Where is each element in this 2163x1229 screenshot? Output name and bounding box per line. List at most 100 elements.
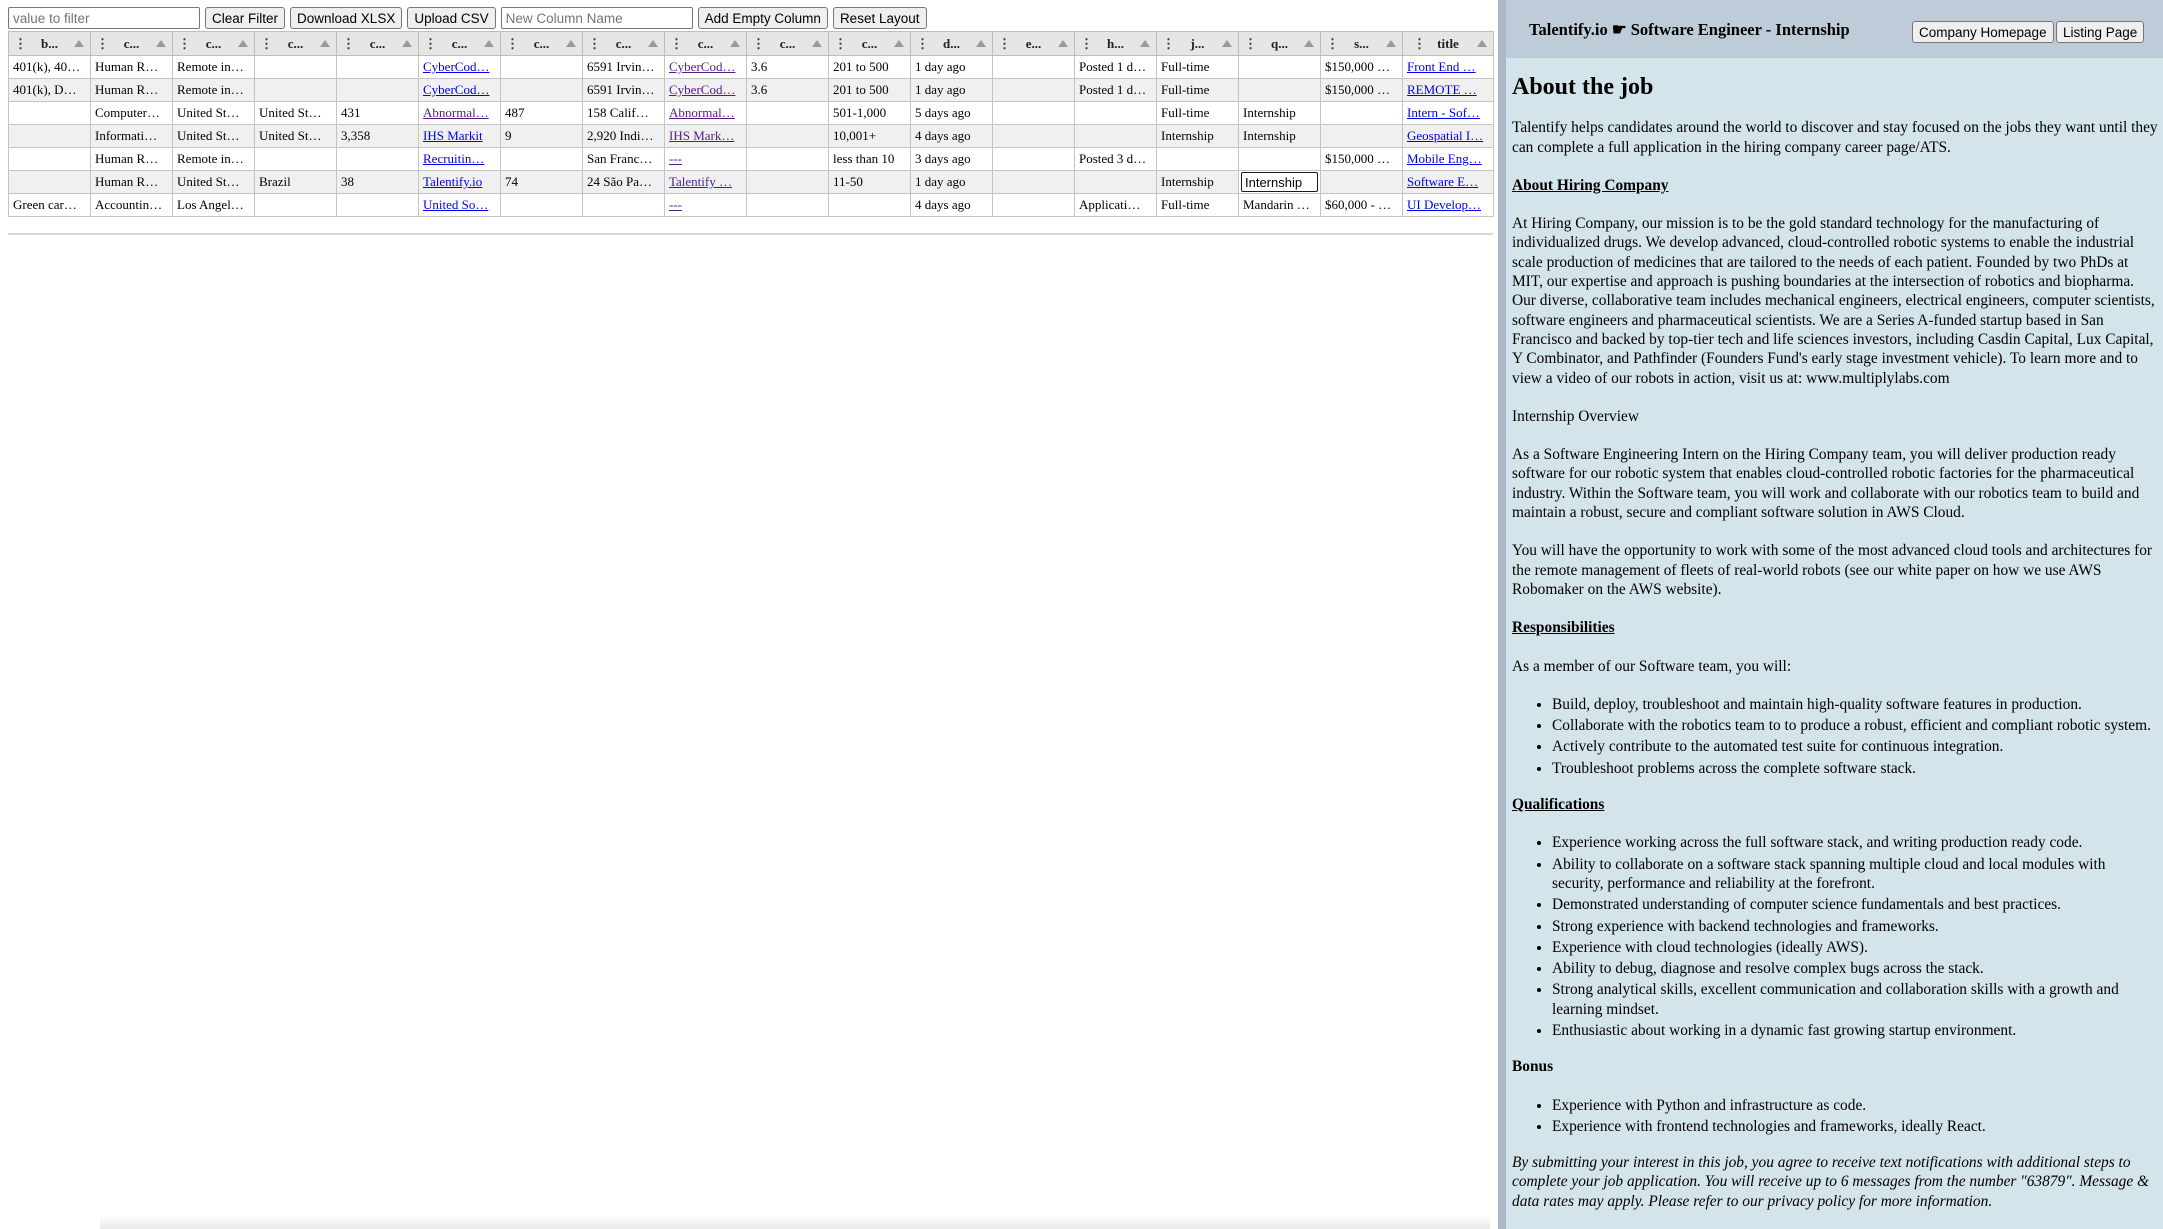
sort-arrow-icon[interactable] [484, 40, 494, 47]
cell-link[interactable]: UI Develop… [1407, 197, 1481, 212]
cell-link[interactable]: IHS Mark… [669, 128, 734, 143]
table-cell[interactable] [746, 193, 829, 217]
table-cell[interactable]: Internship [1156, 124, 1239, 148]
table-cell[interactable] [992, 147, 1075, 171]
column-header[interactable]: ⋮ c... [828, 31, 911, 56]
clear-filter-button[interactable]: Clear Filter [205, 7, 286, 29]
table-cell[interactable] [254, 78, 337, 102]
sort-arrow-icon[interactable] [976, 40, 986, 47]
table-cell[interactable]: CyberCod… [418, 55, 501, 79]
table-cell[interactable]: Talentify … [664, 170, 747, 194]
table-cell[interactable]: less than 10 [828, 147, 911, 171]
table-cell[interactable]: Full-time [1156, 55, 1239, 79]
table-cell[interactable]: --- [664, 147, 747, 171]
table-cell[interactable]: United St… [254, 124, 337, 148]
table-cell[interactable]: Green car… [8, 193, 91, 217]
sort-arrow-icon[interactable] [1386, 40, 1396, 47]
table-row[interactable]: Informati… United St… United St… 3,358 IHS M… [8, 124, 1494, 148]
table-cell[interactable]: Remote in… [172, 147, 255, 171]
table-cell[interactable]: Remote in… [172, 78, 255, 102]
drag-handle-icon[interactable]: ⋮ [424, 36, 437, 52]
table-cell[interactable]: 3.6 [746, 78, 829, 102]
cell-link[interactable]: Geospatial I… [1407, 128, 1483, 143]
column-header[interactable]: ⋮ c... [172, 31, 255, 56]
table-cell[interactable]: 158 Calif… [582, 101, 665, 125]
sort-arrow-icon[interactable] [402, 40, 412, 47]
table-cell[interactable]: Posted 1 d… [1074, 78, 1157, 102]
table-cell[interactable]: Internship [1238, 124, 1321, 148]
sort-arrow-icon[interactable] [1058, 40, 1068, 47]
drag-handle-icon[interactable]: ⋮ [342, 36, 355, 52]
table-cell[interactable] [8, 147, 91, 171]
table-cell[interactable]: 3.6 [746, 55, 829, 79]
table-cell[interactable] [992, 101, 1075, 125]
cell-link[interactable]: Recruitin… [423, 151, 484, 166]
column-header[interactable]: ⋮ title [1402, 31, 1494, 56]
cell-link[interactable]: --- [669, 151, 682, 166]
column-header[interactable]: ⋮ c... [746, 31, 829, 56]
table-cell[interactable] [8, 124, 91, 148]
sort-arrow-icon[interactable] [894, 40, 904, 47]
table-cell[interactable]: Human R… [90, 170, 173, 194]
cell-link[interactable]: --- [669, 197, 682, 212]
table-cell[interactable]: $150,000 … [1320, 78, 1403, 102]
drag-handle-icon[interactable]: ⋮ [916, 36, 929, 52]
table-cell[interactable]: Intern - Sof… [1402, 101, 1494, 125]
table-cell[interactable]: CyberCod… [664, 78, 747, 102]
table-cell[interactable] [500, 78, 583, 102]
cell-link[interactable]: CyberCod… [669, 82, 735, 97]
drag-handle-icon[interactable]: ⋮ [96, 36, 109, 52]
column-header[interactable]: ⋮ b... [8, 31, 91, 56]
sort-arrow-icon[interactable] [320, 40, 330, 47]
table-cell[interactable]: Posted 1 d… [1074, 55, 1157, 79]
table-cell[interactable] [254, 147, 337, 171]
column-header[interactable]: ⋮ s... [1320, 31, 1403, 56]
table-cell[interactable]: Software E… [1402, 170, 1494, 194]
table-cell[interactable] [1074, 124, 1157, 148]
cell-link[interactable]: Talentify.io [423, 174, 482, 189]
table-cell[interactable] [1320, 170, 1403, 194]
table-cell[interactable] [1238, 55, 1321, 79]
table-cell[interactable]: UI Develop… [1402, 193, 1494, 217]
column-header[interactable]: ⋮ c... [664, 31, 747, 56]
cell-link[interactable]: Abnormal… [423, 105, 489, 120]
table-cell[interactable]: Los Angel… [172, 193, 255, 217]
table-cell[interactable]: Accountin… [90, 193, 173, 217]
column-header[interactable]: ⋮ d... [910, 31, 993, 56]
table-cell[interactable]: $150,000 … [1320, 55, 1403, 79]
table-cell[interactable]: Brazil [254, 170, 337, 194]
table-cell[interactable] [336, 55, 419, 79]
table-cell[interactable]: CyberCod… [664, 55, 747, 79]
table-cell[interactable]: $150,000 … [1320, 147, 1403, 171]
table-cell[interactable]: Front End … [1402, 55, 1494, 79]
table-row[interactable]: 401(k), 40… Human R… Remote in… CyberCod… 65… [8, 55, 1494, 79]
sort-arrow-icon[interactable] [156, 40, 166, 47]
table-cell[interactable] [336, 193, 419, 217]
table-cell[interactable] [1320, 101, 1403, 125]
table-cell[interactable] [828, 193, 911, 217]
table-cell[interactable] [500, 55, 583, 79]
table-cell[interactable]: United St… [254, 101, 337, 125]
table-cell[interactable] [582, 193, 665, 217]
table-row[interactable]: Human R… Remote in… Recruitin… San Franc… --… [8, 147, 1494, 171]
table-cell[interactable]: IHS Mark… [664, 124, 747, 148]
table-cell[interactable]: Geospatial I… [1402, 124, 1494, 148]
table-cell[interactable]: Abnormal… [418, 101, 501, 125]
table-cell[interactable] [992, 193, 1075, 217]
table-cell[interactable]: Mobile Eng… [1402, 147, 1494, 171]
table-cell[interactable]: San Franc… [582, 147, 665, 171]
table-cell[interactable]: Human R… [90, 78, 173, 102]
table-cell[interactable]: 74 [500, 170, 583, 194]
table-cell[interactable] [1238, 78, 1321, 102]
cell-link[interactable]: CyberCod… [423, 82, 489, 97]
table-cell[interactable] [336, 147, 419, 171]
drag-handle-icon[interactable]: ⋮ [1244, 36, 1257, 52]
table-cell[interactable]: 201 to 500 [828, 78, 911, 102]
download-xlsx-button[interactable]: Download XLSX [290, 7, 403, 29]
column-header[interactable]: ⋮ q... [1238, 31, 1321, 56]
drag-handle-icon[interactable]: ⋮ [1162, 36, 1175, 52]
table-cell[interactable]: $60,000 - … [1320, 193, 1403, 217]
table-cell[interactable]: Human R… [90, 147, 173, 171]
drag-handle-icon[interactable]: ⋮ [752, 36, 765, 52]
table-cell[interactable]: 6591 Irvin… [582, 78, 665, 102]
